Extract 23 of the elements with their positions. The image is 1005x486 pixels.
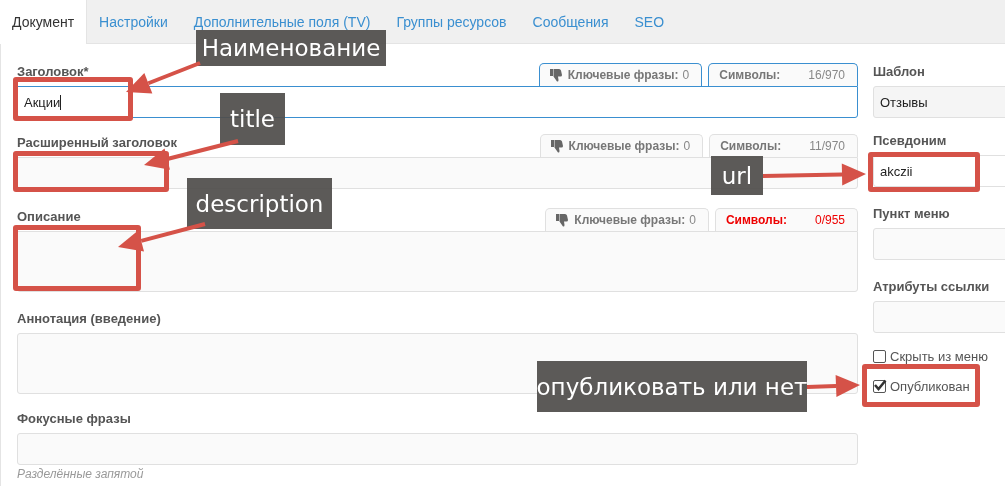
annotation-tooltip: title: [220, 93, 285, 145]
field-label: Фокусные фразы: [17, 411, 131, 428]
field-hint: Разделённые запятой: [17, 467, 145, 481]
field-label: Псевдоним: [873, 133, 947, 150]
field-label: Атрибуты ссылки: [873, 279, 990, 296]
annotation-tooltip: description: [187, 178, 332, 229]
field-label: Аннотация (введение): [17, 311, 161, 328]
keywords-counter: Ключевые фразы: 0: [545, 208, 709, 231]
annotation-tooltip: url: [711, 156, 763, 195]
characters-counter: Символы: 0/955: [714, 208, 858, 231]
characters-counter: Символы: 11/970: [709, 134, 858, 157]
annotation-tooltip: Наименование: [196, 30, 386, 66]
characters-counter: Символы: 16/970: [708, 63, 858, 86]
field-label: Пункт меню: [873, 206, 950, 223]
field-label: Расширенный заголовок: [17, 135, 178, 152]
keywords-counter: Ключевые фразы: 0: [538, 63, 703, 86]
field-label: Описание: [17, 209, 81, 226]
field-label: Шаблон: [873, 64, 925, 81]
field-label: Заголовок*: [17, 64, 89, 81]
annotation-tooltip: опубликовать или нет: [537, 361, 807, 412]
keywords-counter: Ключевые фразы: 0: [539, 134, 704, 157]
checkbox-label: Скрыть из меню: [890, 348, 988, 364]
checkbox-label: Опубликован: [890, 378, 970, 394]
